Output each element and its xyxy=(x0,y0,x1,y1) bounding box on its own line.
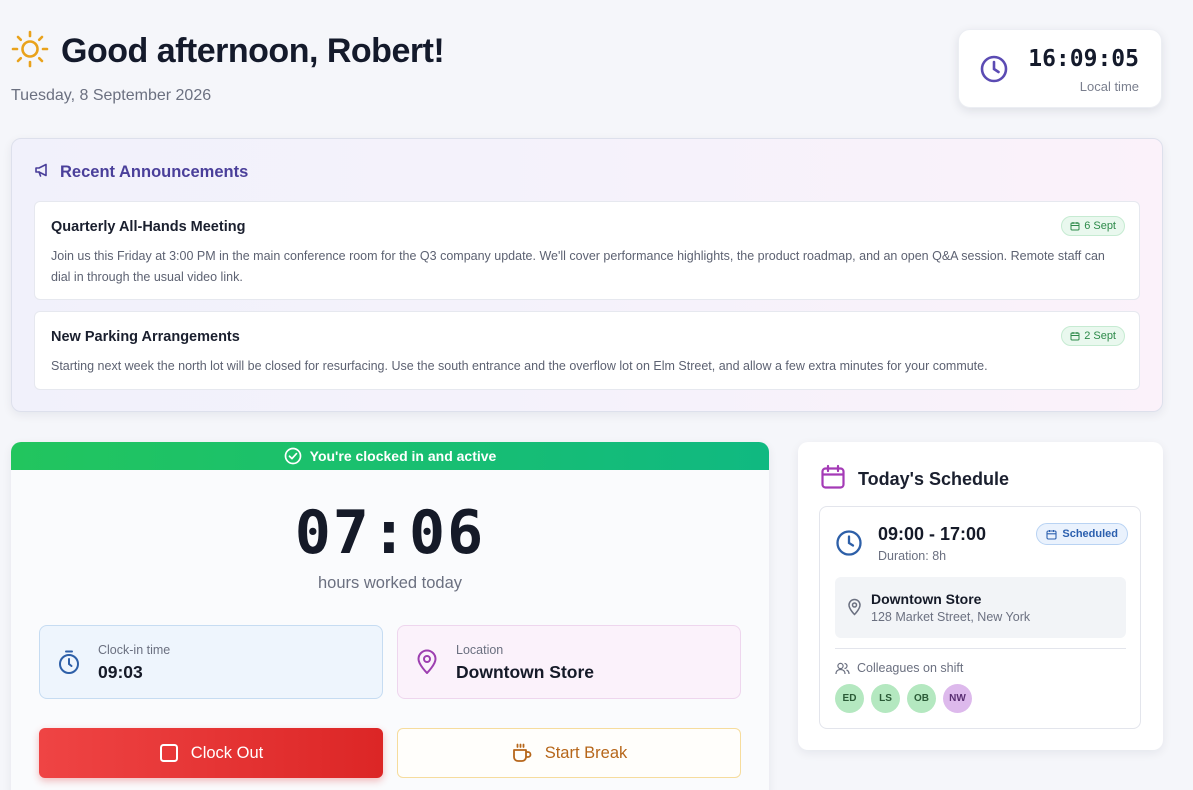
scheduled-badge-label: Scheduled xyxy=(1062,528,1118,540)
clocked-in-status-bar: You're clocked in and active xyxy=(11,442,769,470)
announcement-date-badge: 6 Sept xyxy=(1061,216,1125,236)
users-icon xyxy=(835,662,850,674)
location-box: Location Downtown Store xyxy=(397,625,741,699)
announcements-title: Recent Announcements xyxy=(60,163,249,181)
announcement-date-badge: 2 Sept xyxy=(1061,326,1125,346)
avatar[interactable]: LS xyxy=(871,684,900,713)
announcement-card[interactable]: New Parking Arrangements 2 Sept Starting… xyxy=(34,311,1140,390)
calendar-icon xyxy=(1070,222,1080,231)
announcements-panel: Recent Announcements Quarterly All-Hands… xyxy=(11,138,1163,412)
start-break-button[interactable]: Start Break xyxy=(397,728,741,778)
calendar-icon xyxy=(1070,332,1080,341)
avatar[interactable]: NW xyxy=(943,684,972,713)
avatar[interactable]: ED xyxy=(835,684,864,713)
shift-time: 09:00 - 17:00 xyxy=(878,524,987,544)
clock-in-time-box: Clock-in time 09:03 xyxy=(39,625,383,699)
sun-icon xyxy=(11,30,49,73)
announcement-date: 2 Sept xyxy=(1084,330,1116,342)
shift-card[interactable]: 09:00 - 17:00 Duration: 8h Scheduled Dow… xyxy=(819,506,1141,729)
calendar-icon xyxy=(1046,529,1057,540)
page-header: Good afternoon, Robert! Tuesday, 8 Septe… xyxy=(11,30,445,105)
avatar[interactable]: OB xyxy=(907,684,936,713)
map-pin-icon xyxy=(847,598,862,621)
colleague-avatars: ED LS OB NW xyxy=(835,684,972,713)
announcement-date: 6 Sept xyxy=(1084,220,1116,232)
hours-worked-value: 07:06 xyxy=(294,498,486,568)
check-circle-icon xyxy=(284,447,301,465)
hours-worked-label: hours worked today xyxy=(318,574,462,592)
calendar-icon xyxy=(820,464,846,495)
clock-out-label: Clock Out xyxy=(190,743,264,762)
status-text: You're clocked in and active xyxy=(309,448,497,464)
announcement-card[interactable]: Quarterly All-Hands Meeting 6 Sept Join … xyxy=(34,201,1140,300)
greeting-title: Good afternoon, Robert! xyxy=(61,32,445,70)
shift-location-name: Downtown Store xyxy=(871,591,982,607)
coffee-cup-icon xyxy=(512,743,532,762)
map-pin-icon xyxy=(415,649,439,680)
location-value: Downtown Store xyxy=(456,662,595,682)
announcement-body: Starting next week the north lot will be… xyxy=(51,359,988,373)
stop-square-icon xyxy=(159,744,178,762)
clock-icon xyxy=(979,54,1009,89)
start-break-label: Start Break xyxy=(544,743,628,762)
stopwatch-icon xyxy=(57,649,81,680)
clock-out-button[interactable]: Clock Out xyxy=(39,728,383,778)
announcement-title: Quarterly All-Hands Meeting xyxy=(51,219,246,235)
scheduled-badge: Scheduled xyxy=(1036,523,1128,545)
local-clock-card: 16:09:05 Local time xyxy=(958,29,1162,108)
todays-schedule-card: Today's Schedule 09:00 - 17:00 Duration:… xyxy=(798,442,1163,750)
time-tracking-card: You're clocked in and active 07:06 hours… xyxy=(11,442,769,790)
schedule-title: Today's Schedule xyxy=(858,469,1009,489)
shift-location: Downtown Store 128 Market Street, New Yo… xyxy=(835,577,1126,638)
colleagues-header: Colleagues on shift xyxy=(835,661,963,675)
colleagues-label: Colleagues on shift xyxy=(857,661,964,675)
local-time-label: Local time xyxy=(1079,79,1139,94)
announcement-title: New Parking Arrangements xyxy=(51,329,240,345)
shift-duration: Duration: 8h xyxy=(878,549,947,563)
current-date: Tuesday, 8 September 2026 xyxy=(11,87,212,104)
clock-in-value: 09:03 xyxy=(98,662,143,682)
location-label: Location xyxy=(456,643,504,657)
clock-icon xyxy=(835,529,863,562)
clock-in-label: Clock-in time xyxy=(98,643,171,657)
shift-location-address: 128 Market Street, New York xyxy=(871,610,1031,624)
announcement-body: Join us this Friday at 3:00 PM in the ma… xyxy=(51,249,1105,284)
megaphone-icon xyxy=(34,163,51,182)
divider xyxy=(835,648,1126,649)
local-time-value: 16:09:05 xyxy=(1028,46,1139,72)
